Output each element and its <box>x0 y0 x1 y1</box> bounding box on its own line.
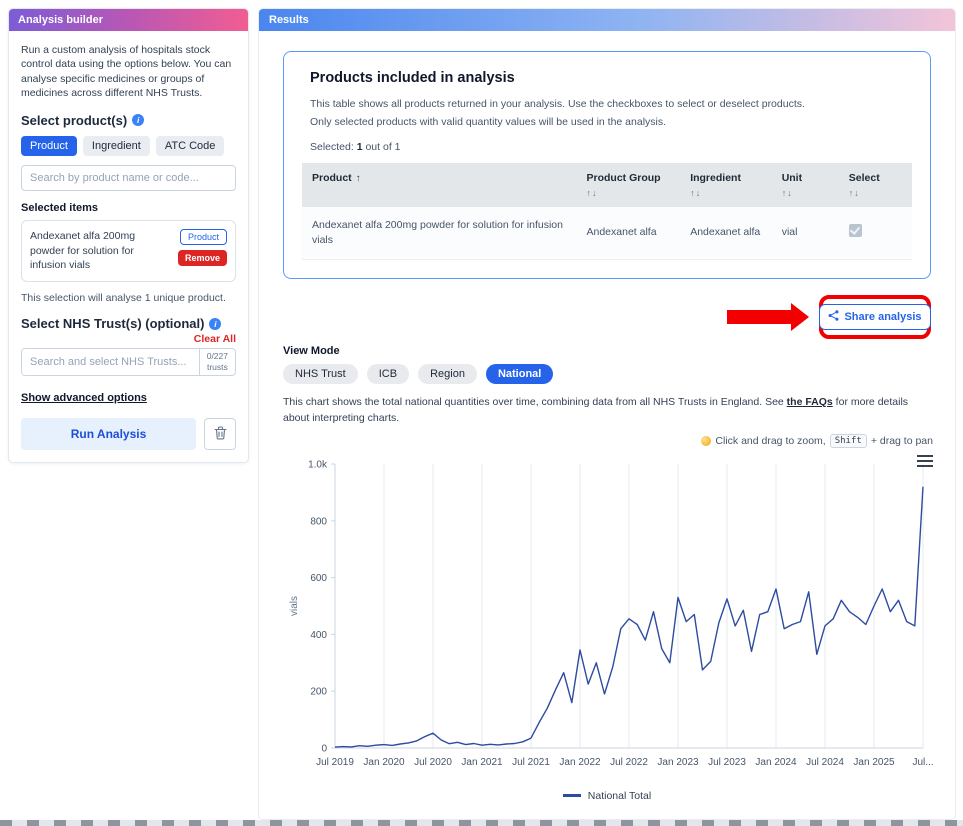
row-select-checkbox[interactable] <box>849 224 862 237</box>
svg-text:Jan 2025: Jan 2025 <box>853 757 895 768</box>
share-analysis-button[interactable]: Share analysis <box>819 304 930 330</box>
legend-label: National Total <box>588 790 651 802</box>
sort-asc-icon: ↑ <box>356 173 361 184</box>
view-mode-national[interactable]: National <box>486 364 553 384</box>
zoom-tip: Click and drag to zoom, Shift + drag to … <box>283 434 933 448</box>
trust-counter-unit: trusts <box>207 362 228 373</box>
analysis-builder-panel: Analysis builder Run a custom analysis o… <box>8 8 249 463</box>
product-type-tabs: Product Ingredient ATC Code <box>21 136 236 156</box>
chart-description: This chart shows the total national quan… <box>283 395 931 427</box>
legend-line-swatch <box>563 794 581 797</box>
horizontal-scrollbar[interactable] <box>0 820 963 826</box>
trash-icon <box>214 426 227 443</box>
svg-text:Jan 2023: Jan 2023 <box>657 757 699 768</box>
svg-text:vials: vials <box>289 596 300 616</box>
svg-text:Jul 2019: Jul 2019 <box>316 757 354 768</box>
svg-text:Jul...: Jul... <box>912 757 933 768</box>
share-zone: Share analysis <box>283 289 931 345</box>
products-included-card: Products included in analysis This table… <box>283 51 931 279</box>
svg-text:600: 600 <box>310 573 327 584</box>
cell-product: Andexanet alfa 200mg powder for solution… <box>302 207 577 260</box>
cell-unit: vial <box>772 207 839 260</box>
selection-summary: This selection will analyse 1 unique pro… <box>21 292 236 304</box>
col-header-product[interactable]: Product↑ <box>302 163 577 207</box>
svg-text:0: 0 <box>321 743 327 754</box>
svg-text:Jul 2023: Jul 2023 <box>708 757 746 768</box>
cell-product-group: Andexanet alfa <box>577 207 681 260</box>
svg-text:200: 200 <box>310 686 327 697</box>
share-icon <box>828 310 839 324</box>
svg-text:1.0k: 1.0k <box>308 459 328 470</box>
builder-description: Run a custom analysis of hospitals stock… <box>21 43 236 101</box>
select-product-heading: Select product(s) i <box>21 113 236 128</box>
tab-product[interactable]: Product <box>21 136 77 156</box>
svg-text:Jul 2020: Jul 2020 <box>414 757 452 768</box>
trust-counter: 0/227 trusts <box>199 349 235 375</box>
view-mode-section: View Mode NHS Trust ICB Region National <box>283 345 931 384</box>
select-product-label: Select product(s) <box>21 113 127 128</box>
svg-text:400: 400 <box>310 630 327 641</box>
run-analysis-button[interactable]: Run Analysis <box>21 418 196 450</box>
item-type-badge: Product <box>180 229 227 245</box>
annotation-arrow <box>727 303 809 331</box>
delete-button[interactable] <box>204 418 236 450</box>
col-header-product-group[interactable]: Product Group ↑↓ <box>577 163 681 207</box>
table-row: Andexanet alfa 200mg powder for solution… <box>302 207 912 260</box>
view-mode-nhs-trust[interactable]: NHS Trust <box>283 364 358 384</box>
select-trust-heading: Select NHS Trust(s) (optional) i <box>21 316 236 331</box>
sort-icon: ↑↓ <box>849 188 902 198</box>
products-card-title: Products included in analysis <box>310 70 912 86</box>
select-trust-label: Select NHS Trust(s) (optional) <box>21 316 204 331</box>
chart-menu-icon[interactable] <box>917 452 933 470</box>
page: Analysis builder Run a custom analysis o… <box>0 0 963 826</box>
results-panel: Results Products included in analysis Th… <box>258 8 956 820</box>
faqs-link[interactable]: the FAQs <box>787 396 833 408</box>
trust-search-wrap: 0/227 trusts <box>21 348 236 376</box>
info-icon[interactable]: i <box>209 318 221 330</box>
selected-count: Selected: 1 out of 1 <box>310 141 912 153</box>
sort-icon: ↑↓ <box>690 188 762 198</box>
view-mode-icb[interactable]: ICB <box>367 364 409 384</box>
trust-counter-value: 0/227 <box>207 351 228 362</box>
col-header-unit[interactable]: Unit ↑↓ <box>772 163 839 207</box>
selected-item-card: Andexanet alfa 200mg powder for solution… <box>21 220 236 282</box>
info-icon[interactable]: i <box>132 114 144 126</box>
selected-items-label: Selected items <box>21 202 236 214</box>
clear-all-link[interactable]: Clear All <box>21 333 236 345</box>
svg-text:Jan 2024: Jan 2024 <box>755 757 797 768</box>
chart-legend: National Total <box>259 790 955 802</box>
tab-atc-code[interactable]: ATC Code <box>156 136 225 156</box>
view-mode-label: View Mode <box>283 345 931 357</box>
products-card-desc1: This table shows all products returned i… <box>310 98 805 110</box>
chart-plot-area[interactable]: Jul 2019 Jan 2020 Jul 2020 Jan 2021 Jul 2021… <box>283 450 933 785</box>
remove-item-button[interactable]: Remove <box>178 250 227 266</box>
view-mode-region[interactable]: Region <box>418 364 477 384</box>
svg-text:Jul 2022: Jul 2022 <box>610 757 648 768</box>
svg-text:Jul 2021: Jul 2021 <box>512 757 550 768</box>
products-table: Product↑ Product Group ↑↓ Ingredient ↑↓ … <box>302 163 912 260</box>
sort-icon: ↑↓ <box>782 188 829 198</box>
svg-text:800: 800 <box>310 516 327 527</box>
cell-ingredient: Andexanet alfa <box>680 207 772 260</box>
annotation-highlight: Share analysis <box>819 295 931 339</box>
tab-ingredient[interactable]: Ingredient <box>83 136 150 156</box>
selected-item-name: Andexanet alfa 200mg powder for solution… <box>30 229 172 273</box>
sort-icon: ↑↓ <box>587 188 671 198</box>
svg-text:Jan 2021: Jan 2021 <box>461 757 503 768</box>
tip-bulb-icon <box>701 436 711 446</box>
results-header: Results <box>259 9 955 31</box>
products-card-desc2: Only selected products with valid quanti… <box>310 116 666 128</box>
national-total-chart[interactable]: Jul 2019 Jan 2020 Jul 2020 Jan 2021 Jul 2021… <box>283 450 945 790</box>
trust-search-input[interactable] <box>22 349 199 375</box>
svg-text:Jan 2020: Jan 2020 <box>363 757 405 768</box>
svg-text:Jul 2024: Jul 2024 <box>806 757 844 768</box>
analysis-builder-header: Analysis builder <box>9 9 248 31</box>
shift-key-badge: Shift <box>830 434 867 448</box>
col-header-ingredient[interactable]: Ingredient ↑↓ <box>680 163 772 207</box>
advanced-options-link[interactable]: Show advanced options <box>21 392 147 404</box>
svg-text:Jan 2022: Jan 2022 <box>559 757 601 768</box>
product-search-input[interactable] <box>21 165 236 191</box>
col-header-select[interactable]: Select ↑↓ <box>839 163 912 207</box>
